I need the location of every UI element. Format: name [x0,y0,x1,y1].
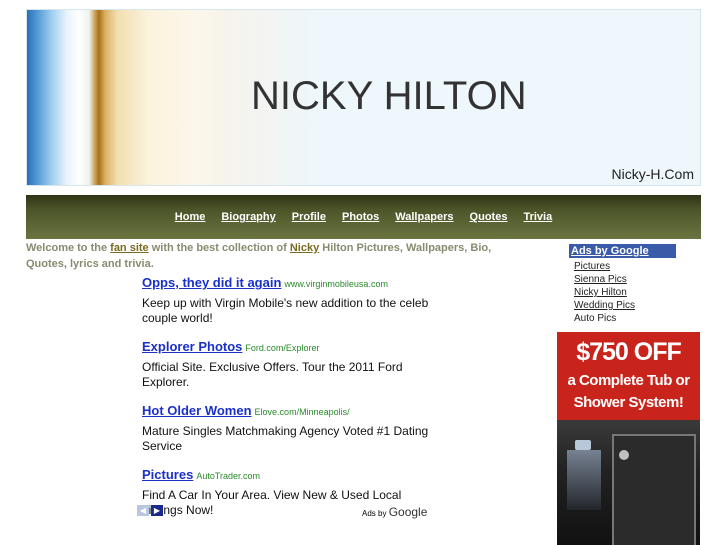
promo-line-3: Shower System! [573,394,684,411]
ad-description: Keep up with Virgin Mobile's new additio… [142,296,429,325]
nav-quotes[interactable]: Quotes [470,211,508,223]
ad-title[interactable]: Explorer Photos [142,339,242,354]
nav-trivia[interactable]: Trivia [523,211,552,223]
nav-profile[interactable]: Profile [292,211,326,223]
ad-url[interactable]: Ford.com/Explorer [245,343,319,353]
welcome-prefix: Welcome to the [26,242,111,254]
ads-by-label: Ads by [362,509,387,518]
sidebar-link-list: Pictures Sienna Pics Nicky Hilton Weddin… [569,260,676,325]
site-title: NICKY HILTON [251,74,527,118]
ad-title[interactable]: Pictures [142,467,193,482]
ad-title[interactable]: Opps, they did it again [142,275,281,290]
sidebar-ads: Ads by Google Pictures Sienna Pics Nicky… [569,244,676,325]
chevron-right-icon[interactable]: ▶ [151,505,163,516]
nav-home[interactable]: Home [175,211,206,223]
main-nav: Home Biography Profile Photos Wallpapers… [26,195,701,239]
sidebar-heading[interactable]: Ads by Google [569,244,676,258]
ad-item: Opps, they did it again www.virginmobileu… [142,274,442,326]
ad-description: Mature Singles Matchmaking Agency Voted … [142,424,429,453]
ad-url[interactable]: www.virginmobileusa.com [284,279,388,289]
nicky-link[interactable]: Nicky [290,242,319,254]
water-spray [567,450,601,510]
header-banner: NICKY HILTON Nicky-H.Com [26,9,701,186]
nav-photos[interactable]: Photos [342,211,379,223]
ad-description: Official Site. Exclusive Offers. Tour th… [142,360,403,389]
promo-amount: $750 OFF [576,338,682,366]
sidebar-link-auto-pics[interactable]: Auto Pics [574,312,676,325]
sidebar-link-wedding-pics[interactable]: Wedding Pics [574,299,676,312]
ads-by-google[interactable]: Ads by Google [362,505,427,519]
promo-banner[interactable]: $750 OFF a Complete Tub or Shower System… [557,332,700,545]
google-logo: Google [388,505,428,519]
welcome-middle: with the best collection of [148,242,290,254]
sidebar-link-nicky-hilton[interactable]: Nicky Hilton [574,286,676,299]
welcome-text: Welcome to the fan site with the best co… [26,240,526,272]
ad-item: Explorer Photos Ford.com/Explorer Officia… [142,338,442,390]
shower-head-icon [575,440,591,450]
fan-site-link[interactable]: fan site [110,242,149,254]
nav-wallpapers[interactable]: Wallpapers [395,211,453,223]
ad-title[interactable]: Hot Older Women [142,403,252,418]
sidebar-link-sienna-pics[interactable]: Sienna Pics [574,273,676,286]
ad-list: Opps, they did it again www.virginmobileu… [142,274,442,530]
sidebar-link-pictures[interactable]: Pictures [574,260,676,273]
ad-pager: ◀ ▶ [137,505,163,516]
site-name: Nicky-H.Com [611,166,694,182]
nav-biography[interactable]: Biography [221,211,275,223]
faucet-knob-icon [619,450,629,460]
ad-url[interactable]: AutoTrader.com [196,471,260,481]
chevron-left-icon[interactable]: ◀ [137,505,149,516]
shower-image [557,420,700,545]
ad-url[interactable]: Elove.com/Minneapolis/ [255,407,350,417]
promo-line-2: a Complete Tub or [567,372,690,389]
ad-item: Hot Older Women Elove.com/Minneapolis/ Ma… [142,402,442,454]
